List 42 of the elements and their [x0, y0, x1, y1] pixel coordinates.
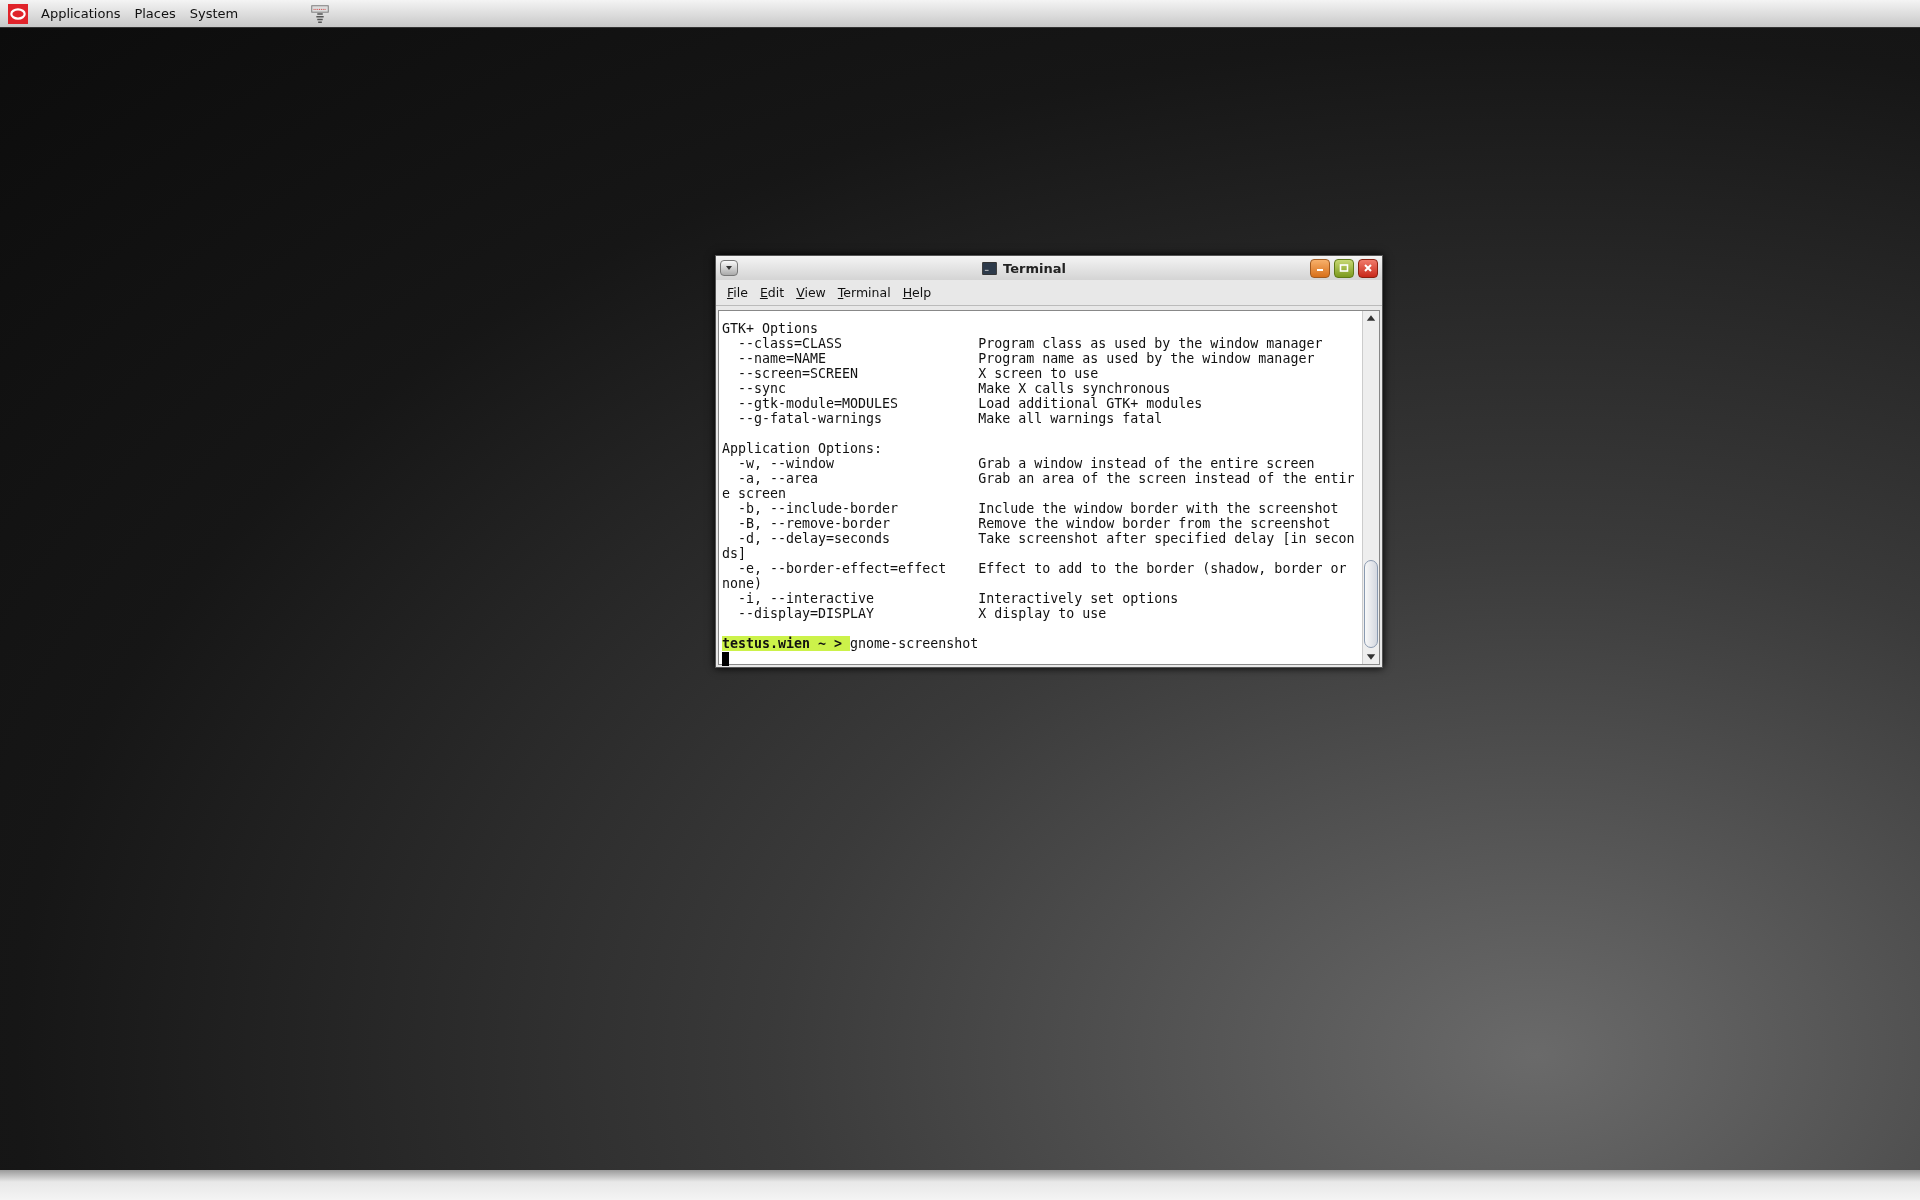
- command-text: gnome-screenshot: [850, 636, 979, 651]
- window-menu-button[interactable]: [720, 260, 738, 276]
- maximize-button[interactable]: [1334, 258, 1354, 278]
- terminal-line: --screen=SCREEN X screen to use: [737, 366, 1100, 381]
- menu-item[interactable]: Edit: [753, 285, 791, 300]
- terminal-line: ds]: [722, 546, 748, 561]
- terminal-line: -e, --border-effect=effect Effect to add to the border (shadow, border or: [737, 561, 1348, 576]
- maximize-icon: [1339, 263, 1349, 273]
- panel-menu[interactable]: System: [182, 6, 246, 21]
- close-button[interactable]: [1358, 258, 1378, 278]
- minimize-button[interactable]: [1310, 258, 1330, 278]
- terminal-line: -i, --interactive Interactively set options: [737, 591, 1180, 606]
- terminal-line: --gtk-module=MODULES Load additional GTK+ modules: [737, 396, 1204, 411]
- terminal-line: GTK+ Options: [722, 321, 820, 336]
- terminal-line: --class=CLASS Program class as used by the window manager: [737, 336, 1324, 351]
- panel-menu[interactable]: Applications: [34, 6, 128, 21]
- terminal-line: -b, --include-border Include the window border with the screenshot: [737, 501, 1340, 516]
- screenshot-applet-icon[interactable]: [309, 2, 332, 25]
- terminal-line: -a, --area Grab an area of the screen instead of the entir: [737, 471, 1356, 486]
- window-title: Terminal: [1003, 260, 1066, 276]
- terminal-line: Application Options:: [722, 441, 884, 456]
- scrollbar[interactable]: [1362, 311, 1379, 664]
- terminal-line: -B, --remove-border Remove the window border from the screenshot: [737, 516, 1332, 531]
- text-cursor: [722, 651, 729, 666]
- panel-menu[interactable]: Places: [127, 6, 183, 21]
- scrollbar-thumb[interactable]: [1364, 560, 1378, 648]
- terminal-line: none): [722, 576, 764, 591]
- terminal-line: --name=NAME Program name as used by the window manager: [737, 351, 1316, 366]
- terminal-line: --display=DISPLAY X display to use: [737, 606, 1108, 621]
- terminal-line: --sync Make X calls synchronous: [737, 381, 1172, 396]
- close-icon: [1363, 263, 1373, 273]
- terminal-line: -d, --delay=seconds Take screenshot after specified delay [in secon: [737, 531, 1356, 546]
- menu-item[interactable]: View: [790, 285, 832, 300]
- menu-item[interactable]: Help: [896, 285, 938, 300]
- terminal-line: --g-fatal-warnings Make all warnings fatal: [737, 411, 1164, 426]
- terminal-line: e screen: [722, 486, 788, 501]
- terminal-line: -w, --window Grab a window instead of the entire screen: [737, 456, 1316, 471]
- shell-prompt: testus.wien ~ >: [722, 636, 851, 651]
- terminal-icon: [982, 261, 998, 275]
- menu-item[interactable]: File: [721, 285, 754, 300]
- logo-icon[interactable]: [8, 3, 28, 24]
- menu-item[interactable]: Terminal: [831, 285, 897, 300]
